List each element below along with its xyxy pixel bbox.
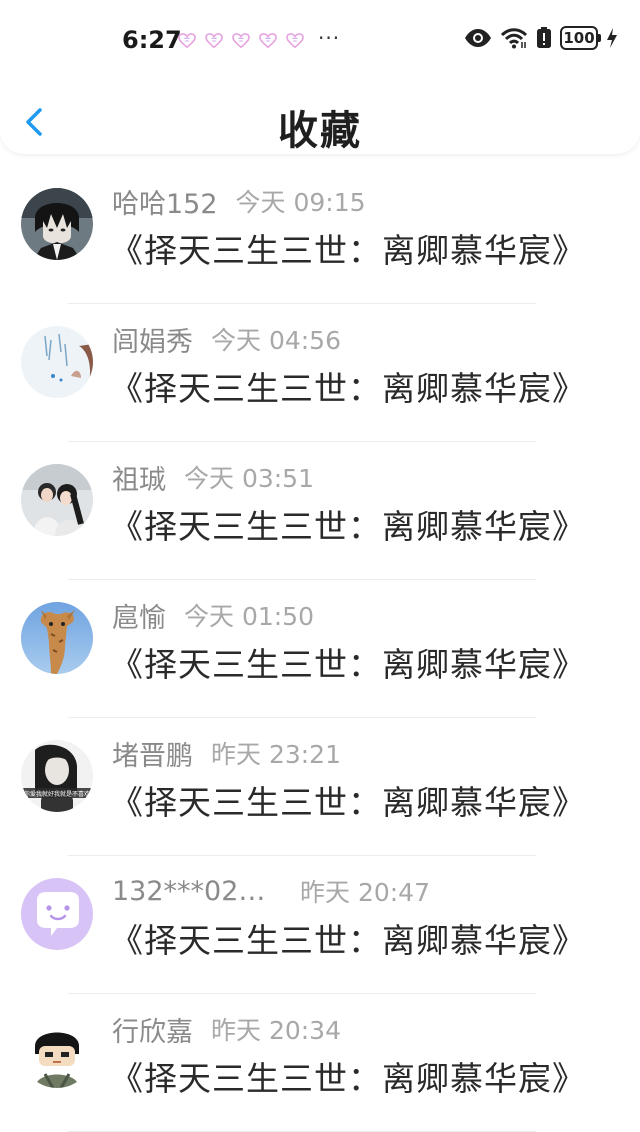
favorites-list: 哈哈152 今天 09:15 《择天三生三世：离卿慕华宸》 闾娟秀 今天 04:… <box>0 166 640 1132</box>
heart-icon <box>286 33 304 49</box>
username: 闾娟秀 <box>112 326 193 358</box>
avatar-caption: 你爱我就好我就是不喜欢 <box>24 790 90 798</box>
wifi-icon <box>500 28 528 49</box>
list-item[interactable]: 你爱我就好我就是不喜欢 堵晋鹏 昨天 23:21 《择天三生三世：离卿慕华宸》 <box>0 718 640 856</box>
status-time: 6:27 <box>122 26 182 54</box>
timestamp: 今天 09:15 <box>235 188 366 217</box>
battery-icon: 100 <box>560 26 601 50</box>
status-bar: 6:27 ··· 100 <box>0 0 640 84</box>
timestamp: 昨天 23:21 <box>211 740 341 769</box>
username: 扈愉 <box>112 602 166 634</box>
alert-battery-icon <box>537 27 551 48</box>
favorite-meta: 132***02… 昨天 20:47 <box>112 873 430 909</box>
list-item[interactable]: 闾娟秀 今天 04:56 《择天三生三世：离卿慕华宸》 <box>0 304 640 442</box>
avatar <box>21 1016 93 1088</box>
more-notifications-indicator: ··· <box>318 26 341 50</box>
list-item[interactable]: 扈愉 今天 01:50 《择天三生三世：离卿慕华宸》 <box>0 580 640 718</box>
book-title: 《择天三生三世：离卿慕华宸》 <box>110 645 586 684</box>
username: 132***02… <box>112 875 266 907</box>
avatar <box>21 878 93 950</box>
favorite-meta: 哈哈152 今天 09:15 <box>112 183 366 220</box>
timestamp: 今天 01:50 <box>184 602 314 631</box>
status-icons: 100 <box>464 26 618 50</box>
notification-hearts <box>178 33 304 49</box>
avatar <box>21 326 93 398</box>
favorite-meta: 闾娟秀 今天 04:56 <box>112 321 341 358</box>
timestamp: 今天 03:51 <box>184 464 314 493</box>
page-header: 收藏 <box>0 84 640 154</box>
username: 祖珹 <box>112 464 166 496</box>
avatar <box>21 602 93 674</box>
favorite-meta: 扈愉 今天 01:50 <box>112 597 314 634</box>
book-title: 《择天三生三世：离卿慕华宸》 <box>110 1059 586 1098</box>
book-title: 《择天三生三世：离卿慕华宸》 <box>110 231 586 270</box>
charging-icon <box>607 28 617 48</box>
list-item[interactable]: 祖珹 今天 03:51 《择天三生三世：离卿慕华宸》 <box>0 442 640 580</box>
eye-icon <box>465 29 491 47</box>
avatar <box>21 188 93 260</box>
book-title: 《择天三生三世：离卿慕华宸》 <box>110 783 586 822</box>
username: 行欣嘉 <box>112 1016 193 1048</box>
avatar: 你爱我就好我就是不喜欢 <box>21 740 93 812</box>
username: 堵晋鹏 <box>112 740 193 772</box>
book-title: 《择天三生三世：离卿慕华宸》 <box>110 921 586 960</box>
timestamp: 今天 04:56 <box>211 326 341 355</box>
book-title: 《择天三生三世：离卿慕华宸》 <box>110 507 586 546</box>
book-title: 《择天三生三世：离卿慕华宸》 <box>110 369 586 408</box>
heart-icon <box>178 33 196 49</box>
timestamp: 昨天 20:34 <box>211 1016 341 1045</box>
page-title: 收藏 <box>278 108 362 154</box>
avatar <box>21 464 93 536</box>
list-item[interactable]: 行欣嘉 昨天 20:34 《择天三生三世：离卿慕华宸》 <box>0 994 640 1132</box>
heart-icon <box>259 33 277 49</box>
favorite-meta: 祖珹 今天 03:51 <box>112 459 314 496</box>
list-item[interactable]: 哈哈152 今天 09:15 《择天三生三世：离卿慕华宸》 <box>0 166 640 304</box>
favorite-meta: 行欣嘉 昨天 20:34 <box>112 1011 341 1048</box>
heart-icon <box>205 33 223 49</box>
heart-icon <box>232 33 250 49</box>
favorite-meta: 堵晋鹏 昨天 23:21 <box>112 735 341 772</box>
timestamp: 昨天 20:47 <box>300 878 430 907</box>
list-item[interactable]: 132***02… 昨天 20:47 《择天三生三世：离卿慕华宸》 <box>0 856 640 994</box>
username: 哈哈152 <box>112 188 218 220</box>
